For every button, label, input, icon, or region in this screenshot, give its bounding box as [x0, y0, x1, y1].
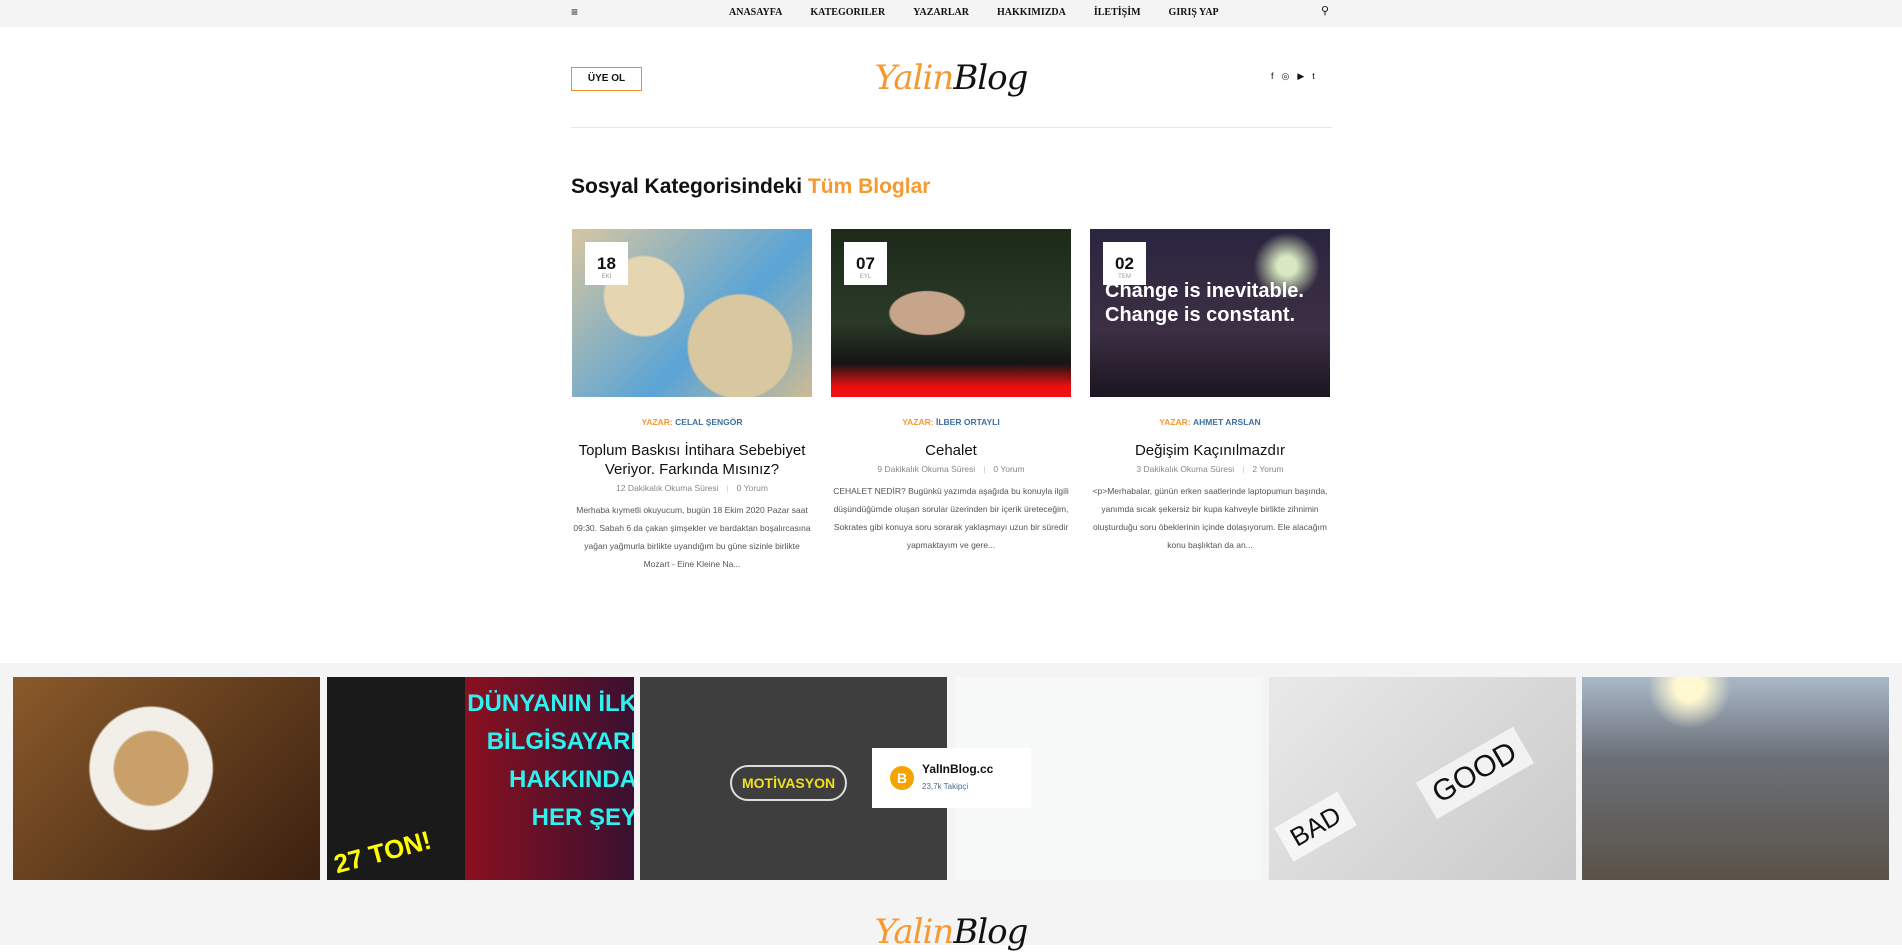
- post-author: YAZAR: CELAL ŞENGÖR: [572, 417, 812, 427]
- post-card: 07 EYL YAZAR: İLBER ORTAYLI Cehalet 9 Dak…: [831, 229, 1071, 554]
- nav-authors[interactable]: YAZARLAR: [913, 7, 969, 18]
- instagram-tile-coffee[interactable]: [13, 677, 320, 880]
- nav-contact[interactable]: İLETİŞİM: [1094, 7, 1141, 18]
- search-icon[interactable]: ⚲: [1321, 4, 1329, 17]
- author-label: YAZAR:: [902, 417, 936, 427]
- nav-categories[interactable]: KATEGORILER: [810, 7, 885, 18]
- author-label: YAZAR:: [641, 417, 676, 427]
- tile-text: GOOD: [1415, 726, 1534, 820]
- profile-avatar-icon: B: [890, 766, 914, 790]
- date-day: 02: [1115, 254, 1134, 273]
- comment-count[interactable]: 2 Yorum: [1252, 464, 1283, 474]
- date-day: 07: [856, 254, 875, 273]
- date-month: EKİ: [601, 274, 612, 280]
- post-title[interactable]: Değişim Kaçınılmazdır: [1090, 441, 1330, 460]
- date-badge: 18 EKİ: [585, 242, 628, 285]
- social-links: f ◎ ▶ t: [1271, 71, 1315, 82]
- post-meta: 9 Dakikalık Okuma Süresi | 0 Yorum: [877, 464, 1025, 474]
- date-month: EYL: [859, 274, 872, 280]
- title-text: Sosyal Kategorisindeki: [571, 175, 808, 198]
- post-title[interactable]: Cehalet: [831, 441, 1071, 460]
- instagram-tile-earthquake[interactable]: [1582, 677, 1889, 880]
- post-card: 02 TEM Change is inevitable. Change is co…: [1090, 229, 1330, 554]
- post-card: 18 EKİ YAZAR: CELAL ŞENGÖR Toplum Baskısı…: [572, 229, 812, 573]
- tile-text: MOTİVASYON: [730, 765, 848, 801]
- instagram-icon[interactable]: ◎: [1282, 71, 1290, 82]
- author-link[interactable]: CELAL ŞENGÖR: [675, 417, 742, 427]
- logo-part: Blog: [953, 58, 1028, 98]
- facebook-icon[interactable]: f: [1271, 71, 1274, 82]
- profile-name: YalInBlog.cc: [922, 762, 994, 776]
- title-highlight: Tüm Bloglar: [807, 175, 931, 198]
- post-meta: 3 Dakikalık Okuma Süresi | 2 Yorum: [1136, 464, 1284, 474]
- divider: [571, 127, 1332, 128]
- reading-time: 12 Dakikalık Okuma Süresi: [616, 483, 719, 493]
- hamburger-menu-icon[interactable]: ≡: [571, 5, 578, 19]
- youtube-icon[interactable]: ▶: [1297, 71, 1304, 82]
- instagram-tile-eniac[interactable]: DÜNYANIN İLK BİLGİSAYARI HAKKINDA HER ŞE…: [327, 677, 634, 880]
- site-logo[interactable]: YalinBlog: [0, 58, 1902, 98]
- nav-about[interactable]: HAKKIMIZDA: [997, 7, 1066, 18]
- date-badge: 07 EYL: [844, 242, 887, 285]
- top-navbar: ≡ ANASAYFA KATEGORILER YAZARLAR HAKKIMIZ…: [0, 0, 1902, 27]
- nav-home[interactable]: ANASAYFA: [729, 7, 782, 18]
- logo-part: Yalin: [874, 58, 955, 98]
- post-author: YAZAR: İLBER ORTAYLI: [831, 417, 1071, 427]
- page-title: Sosyal Kategorisindeki Tüm Bloglar: [571, 175, 930, 199]
- post-image[interactable]: 18 EKİ: [572, 229, 812, 397]
- comment-count[interactable]: 0 Yorum: [737, 483, 768, 493]
- follower-count: 23,7k Takipçi: [922, 782, 969, 791]
- post-excerpt: CEHALET NEDİR? Bugünkü yazımda aşağıda b…: [833, 486, 1069, 550]
- footer-logo[interactable]: YalinBlog: [0, 912, 1902, 952]
- post-image[interactable]: 02 TEM Change is inevitable. Change is co…: [1090, 229, 1330, 397]
- instagram-profile-widget[interactable]: B YalInBlog.cc 23,7k Takipçi: [872, 748, 1031, 808]
- image-quote: Change is inevitable. Change is constant…: [1105, 280, 1304, 326]
- main-nav: ANASAYFA KATEGORILER YAZARLAR HAKKIMIZDA…: [729, 7, 1247, 18]
- author-link[interactable]: İLBER ORTAYLI: [936, 417, 1000, 427]
- post-image[interactable]: 07 EYL: [831, 229, 1071, 397]
- reading-time: 3 Dakikalık Okuma Süresi: [1136, 464, 1235, 474]
- author-link[interactable]: AHMET ARSLAN: [1193, 417, 1261, 427]
- date-day: 18: [597, 254, 616, 273]
- tile-text: DÜNYANIN İLK BİLGİSAYARI HAKKINDA HER ŞE…: [467, 690, 634, 831]
- post-meta: 12 Dakikalık Okuma Süresi | 0 Yorum: [616, 483, 768, 493]
- instagram-tile-bad-good[interactable]: GOOD BAD: [1269, 677, 1576, 880]
- logo-part: Yalin: [874, 912, 955, 952]
- tile-badge: 27 TON!: [330, 824, 435, 880]
- post-excerpt: <p>Merhabalar, günün erken saatlerinde l…: [1092, 486, 1328, 550]
- nav-login[interactable]: GIRIŞ YAP: [1169, 7, 1219, 18]
- twitter-icon[interactable]: t: [1312, 71, 1315, 82]
- author-label: YAZAR:: [1159, 417, 1193, 427]
- reading-time: 9 Dakikalık Okuma Süresi: [877, 464, 976, 474]
- comment-count[interactable]: 0 Yorum: [993, 464, 1024, 474]
- post-title[interactable]: Toplum Baskısı İntihara Sebebiyet Veriyo…: [572, 441, 812, 479]
- tile-text: BAD: [1274, 791, 1358, 862]
- post-author: YAZAR: AHMET ARSLAN: [1090, 417, 1330, 427]
- post-excerpt: Merhaba kıymetli okuyucum, bugün 18 Ekim…: [573, 505, 811, 569]
- logo-part: Blog: [953, 912, 1028, 952]
